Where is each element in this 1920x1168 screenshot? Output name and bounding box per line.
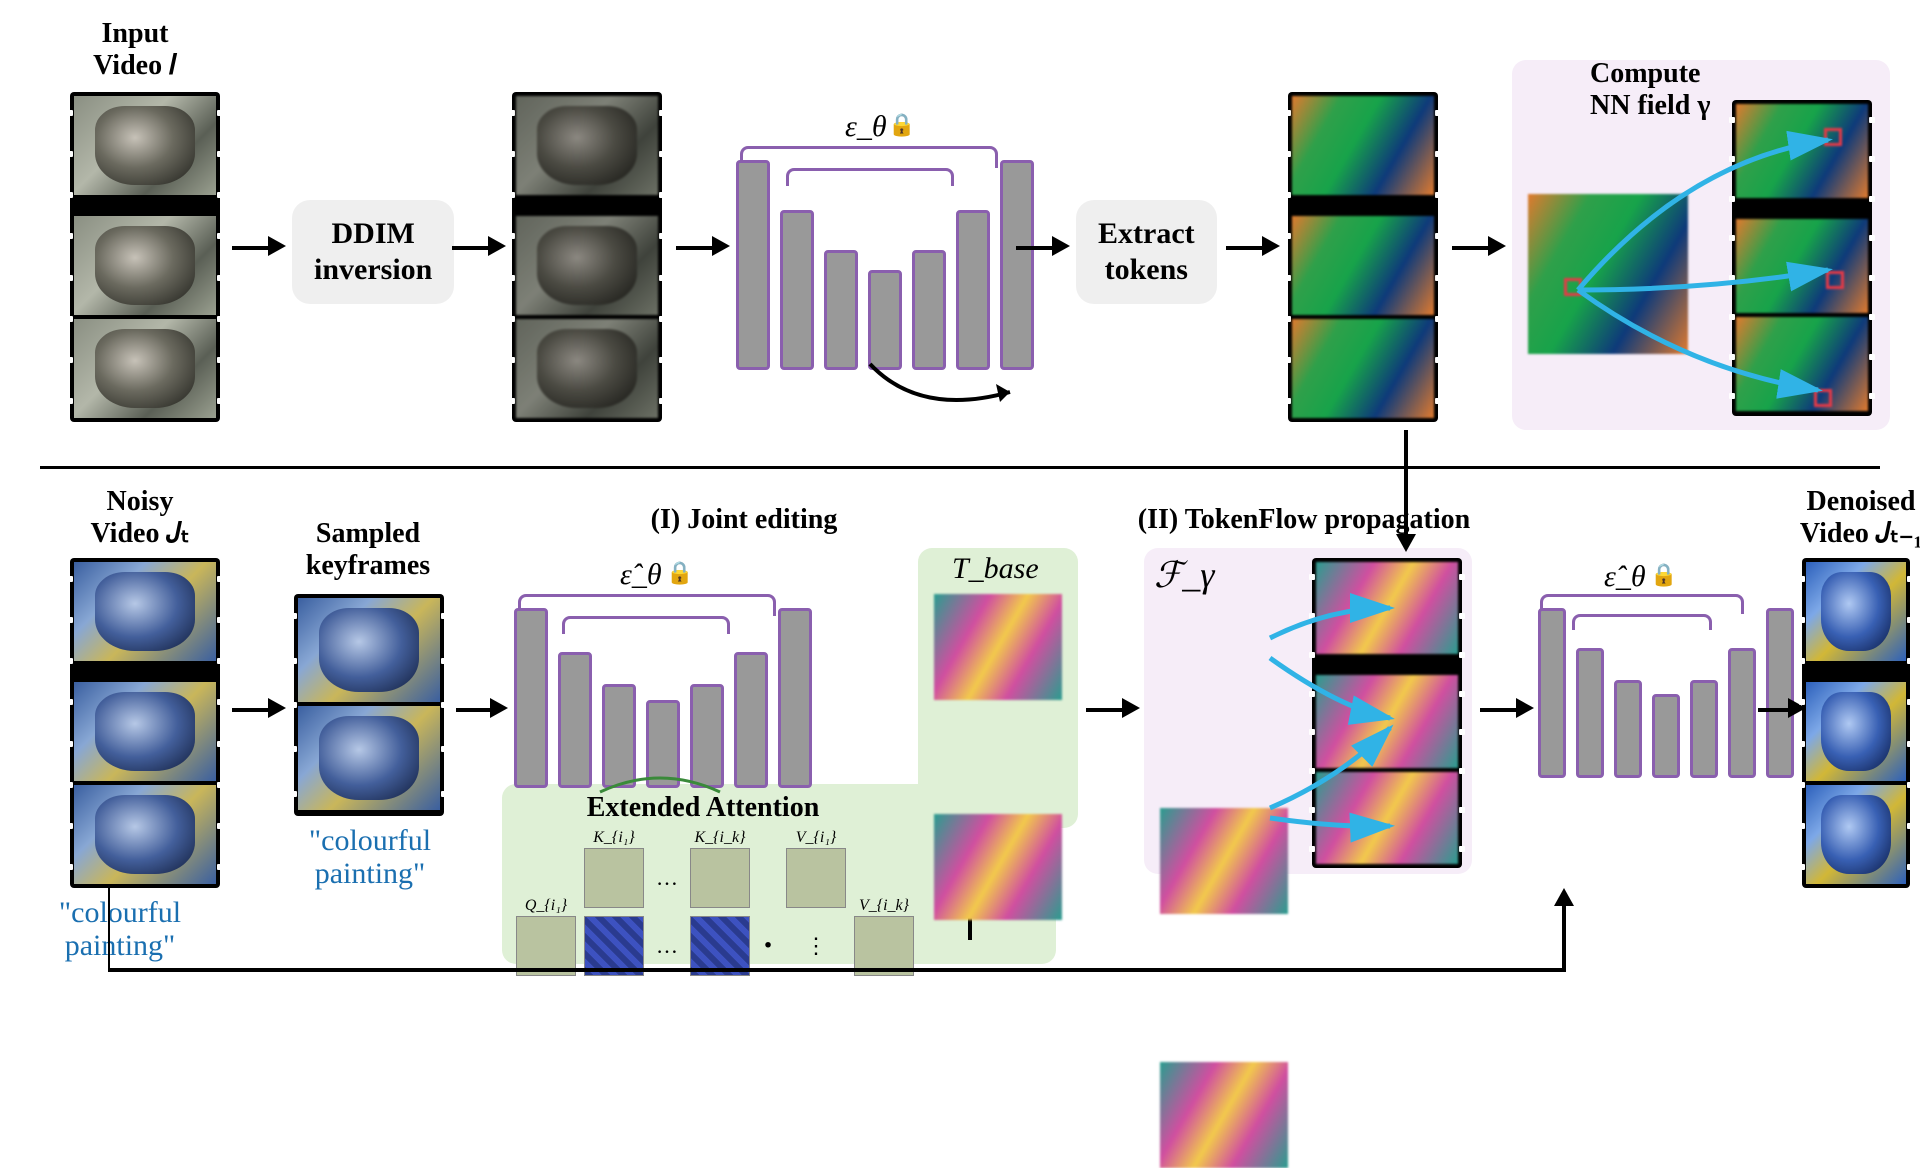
gamma-down-arrow [1376,430,1436,560]
denoised-strip [1802,558,1910,888]
ext-attn-label: Extended Attention [528,792,878,824]
lock-icon: 🔒 [666,560,693,586]
tbase-f2 [934,814,1062,920]
prompt-kf: "colourful painting" [270,824,470,890]
arrow-b3 [1086,708,1122,712]
keyframes-label: Sampledkeyframes [278,518,458,582]
token-strip [1288,92,1438,422]
tokenflow-strip [1312,558,1462,868]
arrow-b4 [1480,708,1516,712]
arrow-b5 [1758,708,1788,712]
input-video-strip [70,92,220,422]
unet-edit [514,608,812,788]
arrow-b2 [456,708,490,712]
inverted-strip [512,92,662,422]
tbase-label: T_base [952,552,1039,586]
extract-tokens-box: Extract tokens [1076,200,1217,304]
tokenflow-label: (II) TokenFlow propagation [1094,504,1514,536]
arrow-2 [452,246,488,250]
tf-src-1 [1160,808,1288,914]
arrow-6 [1452,246,1488,250]
nn-target-strip [1732,100,1872,416]
keyframes-strip [294,594,444,816]
arrow-4 [1016,246,1052,250]
tf-src-2 [1160,1062,1288,1168]
unet-out-sym: ε̂_θ [1604,560,1646,594]
arrow-3 [676,246,712,250]
joint-edit-label: (I) Joint editing [614,504,874,536]
prompt-left: "colourful painting" [30,896,210,962]
f-gamma: ℱ_γ [1154,554,1215,596]
arrow-5 [1226,246,1262,250]
ddim-inversion-box: DDIM inversion [292,200,454,304]
tbase-f1 [934,594,1062,700]
unet-top [736,160,1034,370]
lock-icon: 🔒 [1650,562,1677,588]
noisy-strip [70,558,220,888]
denoised-label: DenoisedVideo 𝐽ₜ₋₁ [1766,486,1920,550]
row-divider [40,466,1880,469]
ext-attn-grid: K_{i₁} … K_{i_k} V_{i₁} Q_{i₁} … · ⋮ V_{… [516,848,914,976]
unet-out [1538,608,1794,778]
unet-symbol-top: ε_θ [845,110,887,144]
arrow-1 [232,246,268,250]
input-video-label: InputVideo 𝐼 [60,18,210,82]
lock-icon: 🔒 [888,112,915,138]
noisy-video-label: NoisyVideo 𝐽ₜ [60,486,220,550]
unet-edit-sym: ε̂_θ [620,558,662,592]
arrow-b1 [232,708,268,712]
nn-query-frame [1528,194,1688,354]
unet-tap-arrow [850,362,1020,432]
